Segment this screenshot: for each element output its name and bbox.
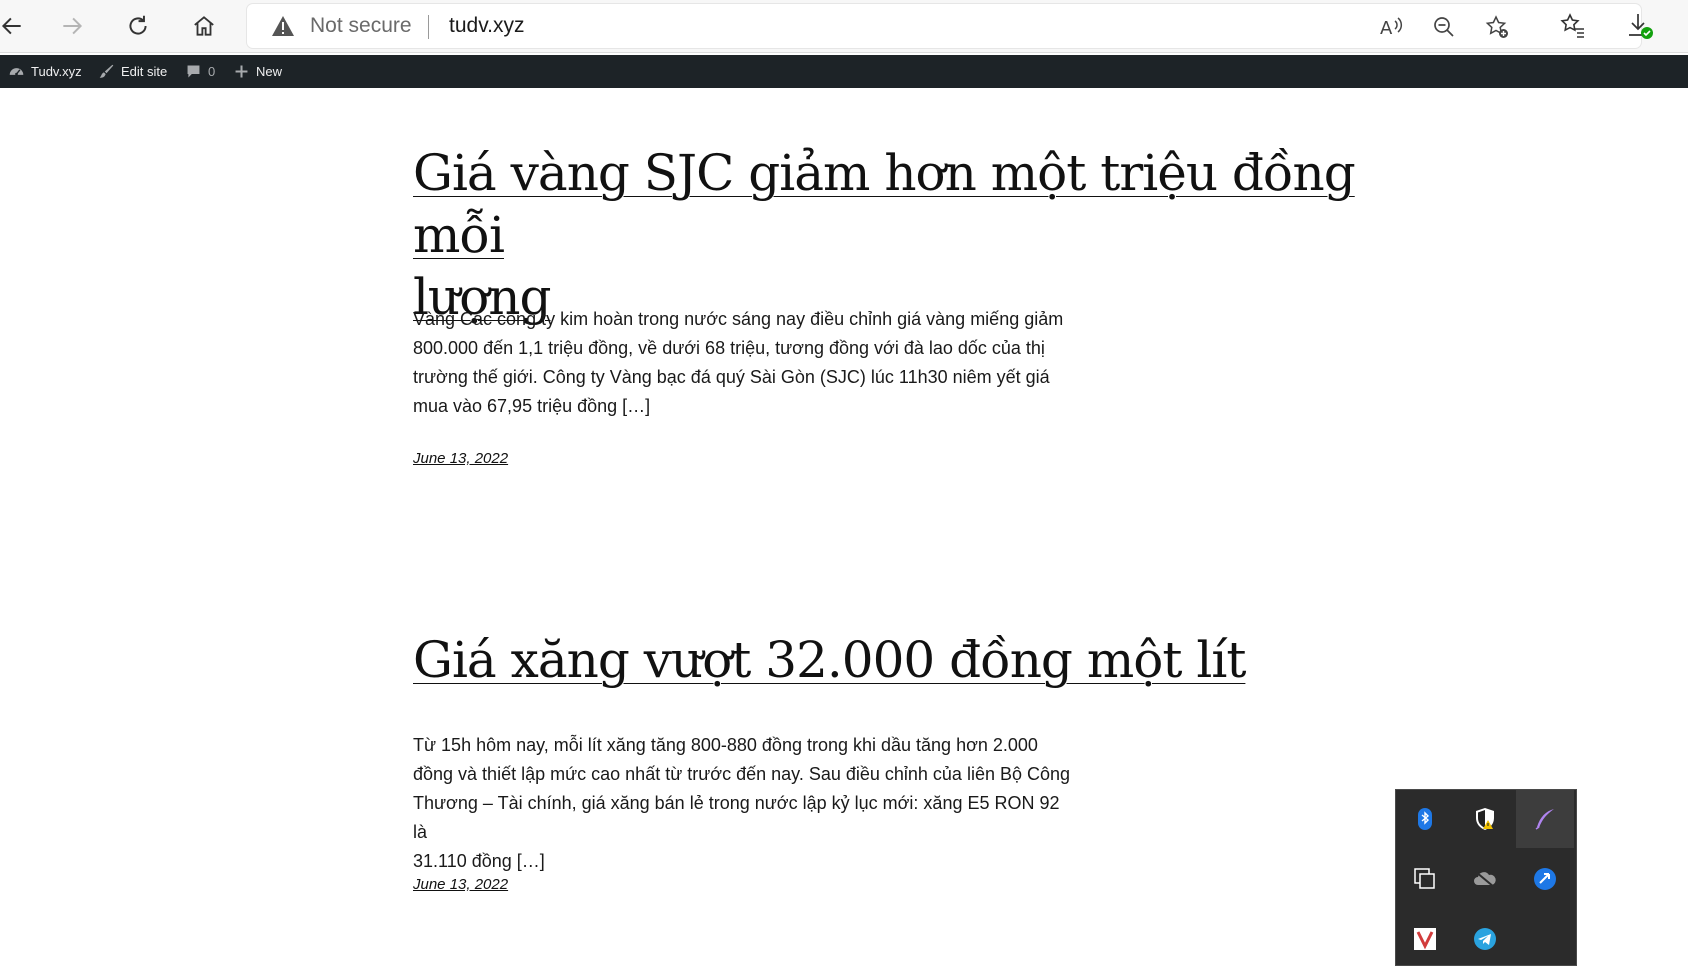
address-divider [428,15,429,39]
forward-button[interactable] [50,4,94,48]
address-bar[interactable]: Not secure tudv.xyz A [247,4,1641,48]
post-title-link[interactable]: Giá vàng SJC giảm hơn một triệu đồng mỗi… [413,144,1356,326]
excerpt-line: mua vào 67,95 triệu đồng […] [413,396,651,416]
admin-comments-count: 0 [208,64,216,79]
home-button[interactable] [182,4,226,48]
tray-telegram[interactable] [1456,910,1514,968]
read-aloud-button[interactable]: A [1377,13,1405,41]
post-title: Giá xăng vượt 32.000 đồng một lít [413,629,1373,691]
comment-icon [187,65,200,78]
bluetooth-icon [1418,808,1432,830]
admin-new-link[interactable]: New [233,55,282,88]
browser-toolbar: Not secure tudv.xyz A [0,0,1688,53]
tray-app[interactable] [1516,850,1574,908]
favorites-icon [1560,13,1584,38]
tray-copy[interactable] [1396,850,1454,908]
forward-icon [63,17,83,35]
post-date[interactable]: June 13, 2022 [413,450,508,467]
admin-edit-site-label: Edit site [121,64,168,79]
plus-icon [235,65,248,78]
home-icon [194,16,214,36]
tray-bluetooth[interactable] [1396,790,1454,848]
brush-icon [99,64,114,78]
refresh-icon [129,15,147,35]
read-aloud-icon: A [1380,17,1403,39]
post-date[interactable]: June 13, 2022 [413,876,508,893]
post-excerpt: Vàng Các công ty kim hoàn trong nước sán… [413,305,1073,421]
excerpt-line: trường thế giới. Công ty Vàng bạc đá quý… [413,367,1050,387]
admin-edit-site-link[interactable]: Edit site [98,55,167,88]
app-icon [1534,868,1556,890]
excerpt-line: 800.000 đến 1,1 triệu đồng, về dưới 68 t… [413,338,1045,358]
excerpt-line: Vàng Các công ty kim hoàn trong nước sán… [413,309,1064,329]
tray-overflow-popup [1395,789,1577,966]
add-favorite-icon [1485,15,1508,38]
excerpt-line: 31.110 đồng […] [413,851,545,871]
add-favorite-button[interactable] [1483,13,1511,41]
admin-comments-link[interactable]: 0 [185,55,215,88]
admin-site-name: Tudv.xyz [31,64,82,79]
vivaldi-icon [1414,928,1436,950]
warning-icon[interactable] [271,15,295,37]
tray-vivaldi[interactable] [1396,910,1454,968]
tray-onedrive[interactable] [1456,850,1514,908]
pen-icon [1535,809,1554,830]
zoom-out-icon [1434,17,1454,37]
post-title-link[interactable]: Giá xăng vượt 32.000 đồng một lít [413,631,1246,689]
excerpt-line: đồng và thiết lập mức cao nhất từ trước … [413,764,1071,784]
tray-security[interactable] [1456,790,1514,848]
downloads-button[interactable] [1623,9,1657,43]
admin-new-label: New [256,64,283,79]
tray-pen[interactable] [1516,790,1574,848]
security-label[interactable]: Not secure [310,14,412,38]
excerpt-line: Từ 15h hôm nay, mỗi lít xăng tăng 800-88… [413,735,1038,755]
refresh-button[interactable] [116,4,160,48]
back-icon [1,17,21,35]
favorites-button[interactable] [1556,9,1590,43]
onedrive-icon [1474,871,1496,888]
downloads-icon [1629,14,1653,39]
security-shield-icon [1476,808,1494,830]
svg-text:A: A [1380,18,1393,39]
excerpt-line: Thương – Tài chính, giá xăng bán lẻ tron… [413,793,1060,842]
dashboard-icon [9,68,24,76]
copy-icon [1414,868,1435,889]
telegram-icon [1474,928,1496,950]
post-entry: Giá vàng SJC giảm hơn một triệu đồng mỗi… [413,142,1373,328]
url-text[interactable]: tudv.xyz [449,14,524,38]
back-button[interactable] [0,4,34,48]
admin-bar: Tudv.xyz Edit site 0 New [0,55,1688,88]
post-entry: Giá xăng vượt 32.000 đồng một lít [413,629,1373,691]
post-excerpt: Từ 15h hôm nay, mỗi lít xăng tăng 800-88… [413,731,1073,876]
zoom-out-button[interactable] [1430,13,1458,41]
post-title: Giá vàng SJC giảm hơn một triệu đồng mỗi… [413,142,1373,328]
admin-site-link[interactable]: Tudv.xyz [8,55,82,88]
